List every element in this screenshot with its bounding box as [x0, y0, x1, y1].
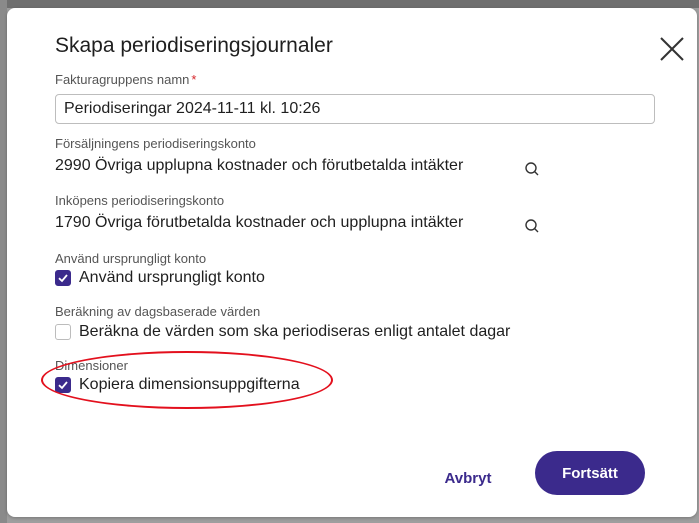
day-based-label: Beräkning av dagsbaserade värden [55, 304, 261, 319]
sales-account-value[interactable]: 2990 Övriga upplupna kostnader och förut… [55, 157, 463, 175]
backdrop-left [0, 0, 7, 523]
dialog-title: Skapa periodiseringsjournaler [55, 34, 333, 57]
invoice-group-label: Fakturagruppens namn * [55, 72, 196, 87]
backdrop-top [0, 0, 699, 8]
checkmark-icon [58, 274, 68, 283]
purchase-account-search-button[interactable] [523, 217, 543, 237]
sales-account-search-button[interactable] [523, 160, 543, 180]
original-account-label: Använd ursprungligt konto [55, 251, 207, 266]
dimensions-label: Dimensioner [55, 358, 128, 373]
sales-account-label: Försäljningens periodiseringskonto [55, 136, 256, 151]
continue-button[interactable]: Fortsätt [535, 451, 645, 495]
purchase-account-label: Inköpens periodiseringskonto [55, 193, 225, 208]
day-based-row[interactable]: Beräkna de värden som ska periodiseras e… [55, 321, 510, 343]
invoice-group-label-text: Fakturagruppens namn [55, 72, 190, 87]
original-account-row[interactable]: Använd ursprungligt konto [55, 267, 265, 289]
dimensions-checkbox-label[interactable]: Kopiera dimensionsuppgifterna [79, 376, 300, 394]
original-account-checkbox[interactable] [55, 270, 71, 286]
day-based-checkbox[interactable] [55, 324, 71, 340]
dimensions-row[interactable]: Kopiera dimensionsuppgifterna [55, 374, 300, 396]
close-icon [660, 37, 684, 61]
close-button[interactable] [655, 32, 689, 66]
cancel-button[interactable]: Avbryt [436, 458, 500, 498]
day-based-checkbox-label[interactable]: Beräkna de värden som ska periodiseras e… [79, 323, 510, 341]
invoice-group-name-input[interactable] [55, 94, 655, 124]
create-accrual-journals-dialog: Skapa periodiseringsjournaler Fakturagru… [7, 8, 697, 517]
checkmark-icon [58, 381, 68, 390]
original-account-checkbox-label[interactable]: Använd ursprungligt konto [79, 269, 265, 287]
dimensions-checkbox[interactable] [55, 377, 71, 393]
search-icon [525, 162, 539, 176]
search-icon [525, 219, 539, 233]
purchase-account-value[interactable]: 1790 Övriga förutbetalda kostnader och u… [55, 214, 463, 232]
required-marker: * [191, 72, 197, 87]
